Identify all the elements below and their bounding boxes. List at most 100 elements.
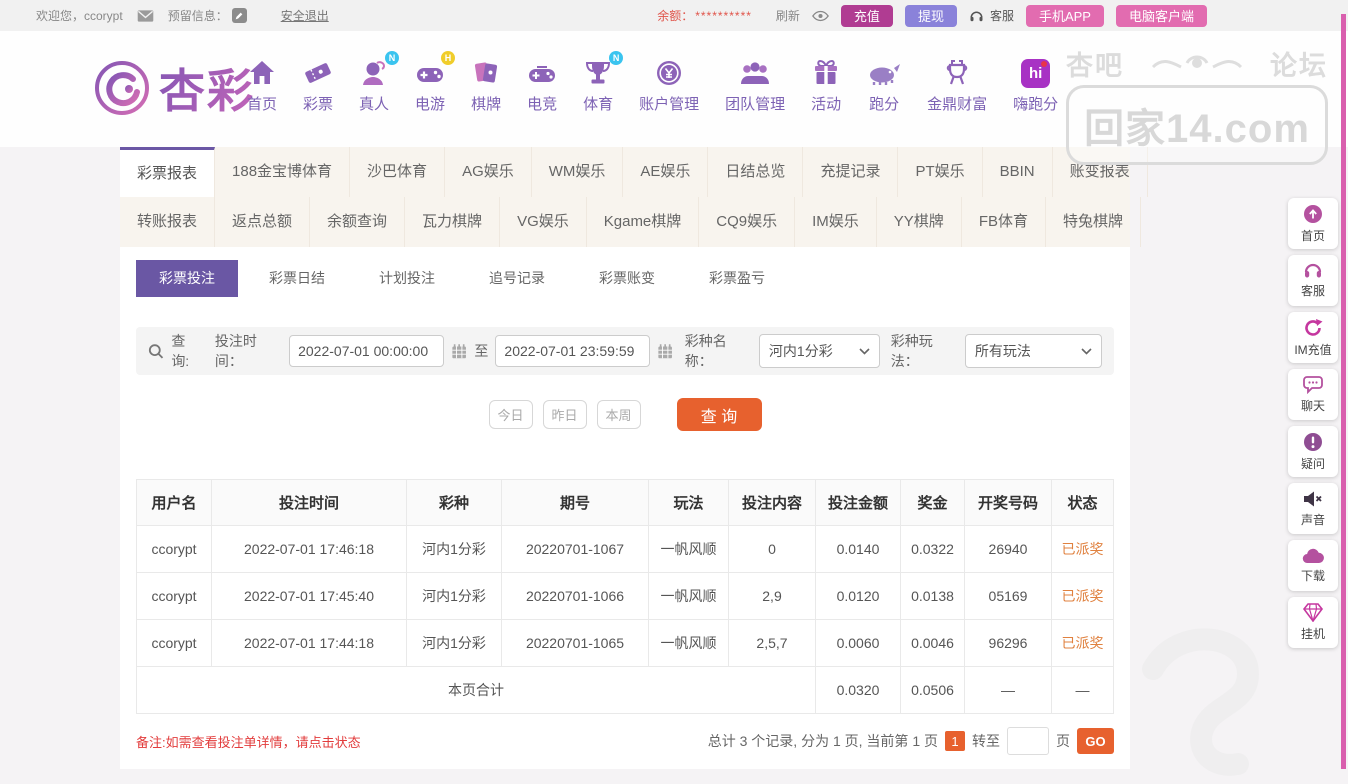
sidebar-sound-button[interactable]: 声音 — [1288, 483, 1338, 534]
trophy-icon — [586, 62, 611, 84]
sidebar-chat-button[interactable]: 聊天 — [1288, 369, 1338, 420]
eye-icon[interactable] — [811, 10, 829, 22]
page-number-button[interactable]: 1 — [945, 731, 965, 751]
cloud-icon — [1302, 548, 1324, 563]
subtab-plan-bets[interactable]: 计划投注 — [356, 260, 458, 297]
mobile-app-button[interactable]: 手机APP — [1025, 4, 1104, 27]
this-week-button[interactable]: 本周 — [596, 400, 641, 429]
nav-item-sports[interactable]: N 体育 — [570, 51, 626, 114]
cell-status[interactable]: 已派奖 — [1051, 619, 1114, 667]
customer-service-link[interactable]: 客服 — [969, 7, 1014, 24]
time-from-input[interactable] — [289, 335, 445, 367]
tab-fb[interactable]: FB体育 — [962, 197, 1046, 247]
cards-icon — [475, 62, 498, 83]
nav-item-home[interactable]: 首页 — [234, 56, 290, 114]
tab-ag[interactable]: AG娱乐 — [445, 147, 532, 197]
rhino-icon — [870, 64, 901, 85]
play-type-label: 彩种玩法： — [890, 333, 933, 369]
sidebar-download-button[interactable]: 下载 — [1288, 540, 1338, 591]
tab-transfer-report[interactable]: 转账报表 — [120, 197, 216, 247]
tab-ae[interactable]: AE娱乐 — [623, 147, 709, 197]
tab-yy[interactable]: YY棋牌 — [877, 197, 962, 247]
nav-item-esports[interactable]: 电竞 — [514, 56, 570, 114]
cell-issue: 20220701-1067 — [501, 525, 649, 573]
refresh-link[interactable]: 刷新 — [776, 7, 800, 24]
nav-item-account[interactable]: 账户管理 — [626, 56, 712, 114]
tab-wm[interactable]: WM娱乐 — [532, 147, 624, 197]
sidebar-question-button[interactable]: 疑问 — [1288, 426, 1338, 477]
tab-vg[interactable]: VG娱乐 — [500, 197, 587, 247]
nav-item-team[interactable]: 团队管理 — [712, 56, 798, 114]
play-type-select[interactable]: 所有玩法 — [964, 334, 1102, 368]
withdraw-button[interactable]: 提现 — [904, 4, 957, 27]
site-logo[interactable]: 杏彩 — [93, 55, 255, 121]
tab-account-change-report[interactable]: 账变报表 — [1053, 147, 1148, 197]
subtab-chase-records[interactable]: 追号记录 — [466, 260, 568, 297]
subtab-lottery-daily[interactable]: 彩票日结 — [246, 260, 348, 297]
tab-im[interactable]: IM娱乐 — [795, 197, 877, 247]
subtab-lottery-account-change[interactable]: 彩票账变 — [576, 260, 678, 297]
sidebar-service-button[interactable]: 客服 — [1288, 255, 1338, 306]
nav-item-lottery[interactable]: 彩票 — [290, 56, 346, 114]
note-text: 备注:如需查看投注单详情，请点击状态 — [136, 734, 361, 750]
summary-dash: — — [1051, 666, 1114, 714]
tab-daily-overview[interactable]: 日结总览 — [708, 147, 804, 197]
message-icon[interactable] — [137, 9, 154, 23]
deposit-button[interactable]: 充值 — [840, 4, 893, 27]
tab-balance-query[interactable]: 余额查询 — [310, 197, 406, 247]
welcome-text: 欢迎您，ccorypt — [36, 9, 123, 23]
balance-value: ********** — [695, 8, 752, 23]
tab-pt[interactable]: PT娱乐 — [898, 147, 983, 197]
nav-item-boardgames[interactable]: 棋牌 — [458, 56, 514, 114]
edit-icon[interactable] — [231, 8, 247, 23]
tab-wali[interactable]: 瓦力棋牌 — [405, 197, 501, 247]
tab-lottery-report[interactable]: 彩票报表 — [120, 147, 216, 197]
tab-cq9[interactable]: CQ9娱乐 — [699, 197, 796, 247]
hi-app-icon: hi — [1021, 59, 1051, 88]
col-bet-content: 投注内容 — [728, 479, 816, 526]
tab-shaba-sports[interactable]: 沙巴体育 — [350, 147, 446, 197]
nav-item-egames[interactable]: H 电游 — [402, 51, 458, 114]
tab-bbin[interactable]: BBIN — [983, 147, 1053, 197]
nav-item-jinding[interactable]: 金鼎财富 — [914, 56, 1000, 114]
site-header: 杏彩 首页 彩票 N 真人 H 电游 棋牌 电竞 N 体育 账户管理 团队管理 … — [0, 31, 1348, 147]
summary-prize-total: 0.0506 — [900, 666, 965, 714]
cell-status[interactable]: 已派奖 — [1051, 525, 1114, 573]
tab-rebate-total[interactable]: 返点总额 — [215, 197, 311, 247]
exclamation-circle-icon — [1304, 432, 1322, 451]
lottery-name-select[interactable]: 河内1分彩 — [758, 334, 880, 368]
search-button[interactable]: 查 询 — [676, 398, 762, 431]
time-to-input[interactable] — [495, 335, 651, 367]
lottery-name-label: 彩种名称： — [684, 333, 727, 369]
logout-link[interactable]: 安全退出 — [281, 7, 329, 24]
live-person-icon — [363, 61, 386, 85]
sidebar-im-recharge-button[interactable]: IM充值 — [1288, 312, 1338, 363]
logo-flower-icon — [95, 61, 149, 115]
subtab-lottery-bets[interactable]: 彩票投注 — [136, 260, 238, 297]
pc-client-button[interactable]: 电脑客户端 — [1115, 4, 1207, 27]
subtab-lottery-profit-loss[interactable]: 彩票盈亏 — [686, 260, 788, 297]
go-button[interactable]: GO — [1077, 728, 1114, 754]
nav-item-paofen[interactable]: 跑分 — [854, 56, 914, 114]
yesterday-button[interactable]: 昨日 — [542, 400, 587, 429]
nav-item-live[interactable]: N 真人 — [346, 51, 402, 114]
cell-bet-amount: 0.0060 — [815, 619, 901, 667]
pagination-summary: 总计 3 个记录, 分为 1 页, 当前第 1 页 — [707, 733, 938, 749]
nav-item-activity[interactable]: 活动 — [798, 56, 854, 114]
nav-item-hipaofen[interactable]: hi 嗨跑分 — [1000, 56, 1071, 114]
tab-188-sports[interactable]: 188金宝博体育 — [215, 147, 351, 197]
goto-page-input[interactable] — [1007, 727, 1049, 755]
sub-tabs: 彩票投注 彩票日结 计划投注 追号记录 彩票账变 彩票盈亏 — [136, 260, 1114, 297]
sidebar-top-button[interactable]: 首页 — [1288, 198, 1338, 249]
cell-status[interactable]: 已派奖 — [1051, 572, 1114, 620]
today-button[interactable]: 今日 — [488, 400, 533, 429]
table-row: ccorypt 2022-07-01 17:45:40 河内1分彩 202207… — [136, 572, 1114, 620]
tab-deposit-withdraw-records[interactable]: 充提记录 — [803, 147, 899, 197]
cell-lottery: 河内1分彩 — [406, 572, 502, 620]
pagination: 总计 3 个记录, 分为 1 页, 当前第 1 页 1 转至 页 GO — [708, 727, 1114, 755]
tab-tetu[interactable]: 特兔棋牌 — [1046, 197, 1141, 247]
tab-kgame[interactable]: Kgame棋牌 — [587, 197, 700, 247]
cell-bet-content: 2,9 — [728, 572, 816, 620]
sidebar-hangup-button[interactable]: 挂机 — [1288, 597, 1338, 648]
team-icon — [741, 62, 770, 84]
